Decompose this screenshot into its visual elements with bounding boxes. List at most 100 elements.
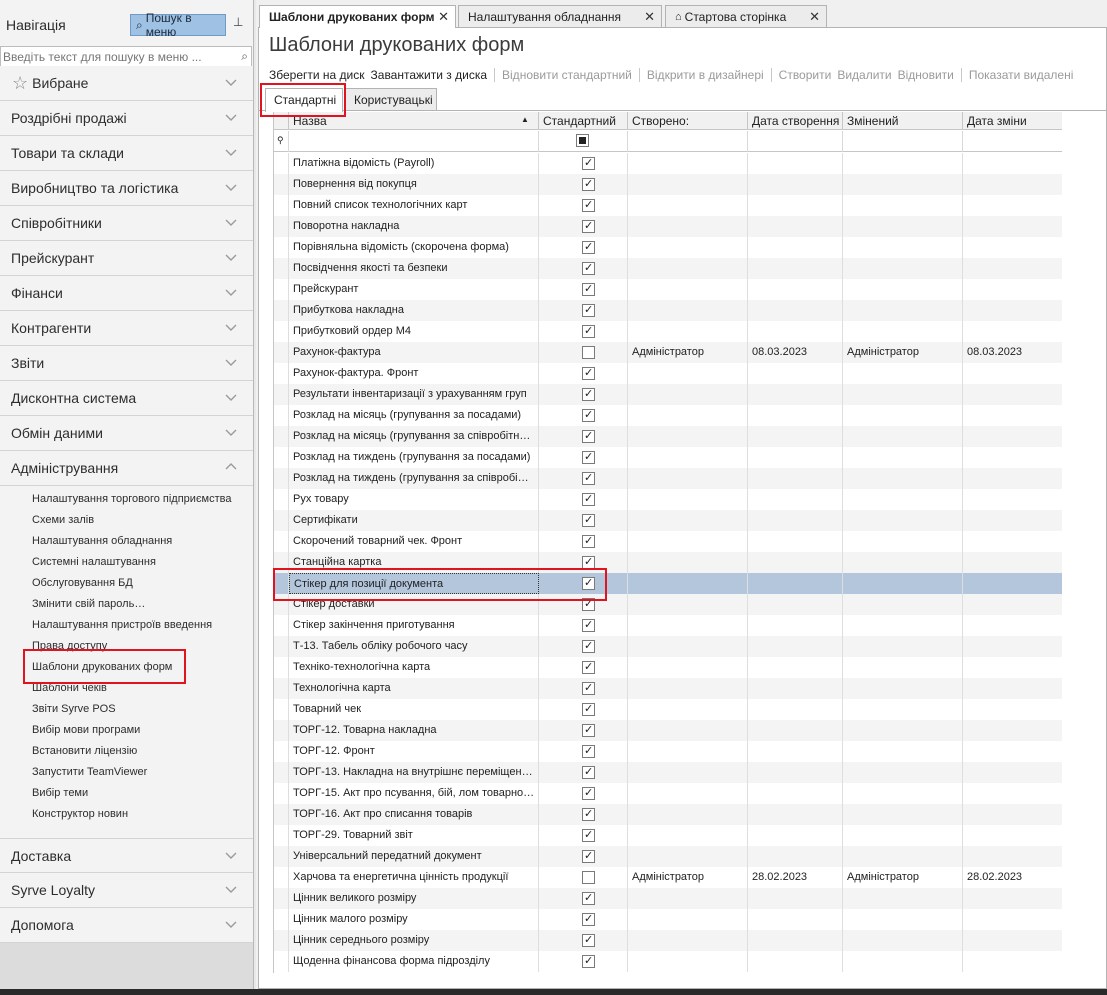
cell-modified-by[interactable]	[843, 846, 963, 867]
search-icon[interactable]: ⌕	[241, 49, 248, 64]
checkbox-checked[interactable]	[582, 661, 595, 674]
cell-modified-by[interactable]	[843, 636, 963, 657]
menu-search-button[interactable]: ⌕ Пошук в меню	[130, 11, 226, 39]
table-row[interactable]: ТОРГ-12. Товарна накладна	[274, 720, 1062, 741]
close-icon[interactable]: ✕	[809, 9, 820, 25]
cell-modified-date[interactable]	[963, 657, 1062, 678]
pin-icon[interactable]: ⊥	[233, 15, 243, 29]
cell-name[interactable]: Скорочений товарний чек. Фронт	[289, 531, 539, 552]
cell-modified-by[interactable]	[843, 699, 963, 720]
close-icon[interactable]: ✕	[438, 9, 449, 25]
cell-created-date[interactable]	[748, 930, 843, 951]
checkbox-checked[interactable]	[582, 724, 595, 737]
nav-group-item[interactable]: Виробництво та логістика	[0, 171, 253, 206]
column-header-modified-date[interactable]: Дата зміни	[963, 112, 1062, 130]
cell-modified-by[interactable]	[843, 153, 963, 174]
cell-created-by[interactable]	[628, 720, 748, 741]
admin-menu-item[interactable]: Налаштування обладнання	[32, 535, 172, 547]
cell-name[interactable]: Рух товару	[289, 489, 539, 510]
standard-cell[interactable]	[539, 489, 628, 510]
standard-cell[interactable]	[539, 342, 628, 363]
table-row[interactable]: Скорочений товарний чек. Фронт	[274, 531, 1062, 552]
checkbox-checked[interactable]	[582, 220, 595, 233]
table-row[interactable]: Стікер закінчення приготування	[274, 615, 1062, 636]
table-row[interactable]: Т-13. Табель обліку робочого часу	[274, 636, 1062, 657]
delete-button[interactable]: Видалити	[834, 68, 894, 82]
show-deleted-button[interactable]: Показати видалені	[966, 68, 1077, 82]
cell-created-by[interactable]	[628, 636, 748, 657]
nav-group-item[interactable]: Прейскурант	[0, 241, 253, 276]
checkbox-checked[interactable]	[582, 829, 595, 842]
checkbox-checked[interactable]	[582, 619, 595, 632]
cell-created-by[interactable]	[628, 615, 748, 636]
table-row[interactable]: Станційна картка	[274, 552, 1062, 573]
standard-cell[interactable]	[539, 615, 628, 636]
cell-modified-date[interactable]	[963, 762, 1062, 783]
cell-created-by[interactable]	[628, 195, 748, 216]
cell-name[interactable]: Цінник малого розміру	[289, 909, 539, 930]
table-row[interactable]: Розклад на тиждень (групування за співро…	[274, 468, 1062, 489]
table-row-selected[interactable]: Стікер для позиції документа	[274, 573, 1062, 594]
cell-created-by[interactable]: Адміністратор	[628, 342, 748, 363]
standard-cell[interactable]	[539, 783, 628, 804]
standard-cell[interactable]	[539, 195, 628, 216]
chevron-down-icon[interactable]	[224, 285, 238, 299]
cell-name[interactable]: Цінник великого розміру	[289, 888, 539, 909]
chevron-down-icon[interactable]	[224, 215, 238, 229]
cell-created-date[interactable]: 08.03.2023	[748, 342, 843, 363]
cell-name[interactable]: Харчова та енергетична цінність продукці…	[289, 867, 539, 888]
table-row[interactable]: Порівняльна відомість (скорочена форма)	[274, 237, 1062, 258]
cell-modified-by[interactable]	[843, 825, 963, 846]
cell-created-by[interactable]	[628, 930, 748, 951]
admin-menu-item[interactable]: Обслуговування БД	[32, 577, 133, 589]
cell-name[interactable]: Прибуткова накладна	[289, 300, 539, 321]
table-row[interactable]: Рахунок-фактура Адміністратор 08.03.2023 Ад…	[274, 342, 1062, 363]
table-row[interactable]: Техніко-технологічна карта	[274, 657, 1062, 678]
cell-created-by[interactable]	[628, 174, 748, 195]
standard-cell[interactable]	[539, 279, 628, 300]
cell-created-date[interactable]	[748, 636, 843, 657]
column-header-name[interactable]: Назва ▲	[289, 112, 539, 130]
table-row[interactable]: Цінник великого розміру	[274, 888, 1062, 909]
cell-name[interactable]: Розклад на місяць (групування за посадам…	[289, 405, 539, 426]
checkbox-checked[interactable]	[582, 808, 595, 821]
cell-modified-by[interactable]: Адміністратор	[843, 867, 963, 888]
chevron-down-icon[interactable]	[224, 882, 238, 896]
admin-menu-item[interactable]: Схеми залів	[32, 514, 94, 526]
standard-cell[interactable]	[539, 573, 628, 594]
checkbox-checked[interactable]	[582, 745, 595, 758]
cell-modified-date[interactable]	[963, 279, 1062, 300]
cell-modified-by[interactable]	[843, 447, 963, 468]
table-row[interactable]: ТОРГ-29. Товарний звіт	[274, 825, 1062, 846]
column-header-standard[interactable]: Стандартний	[539, 112, 628, 130]
table-row[interactable]: ТОРГ-15. Акт про псування, бій, лом това…	[274, 783, 1062, 804]
cell-modified-by[interactable]	[843, 951, 963, 972]
cell-created-date[interactable]	[748, 216, 843, 237]
cell-modified-by[interactable]	[843, 909, 963, 930]
table-row[interactable]: Платіжна відомість (Payroll)	[274, 153, 1062, 174]
chevron-down-icon[interactable]	[224, 390, 238, 404]
standard-cell[interactable]	[539, 321, 628, 342]
table-row[interactable]: Розклад на місяць (групування за співроб…	[274, 426, 1062, 447]
cell-created-date[interactable]	[748, 237, 843, 258]
cell-modified-by[interactable]	[843, 489, 963, 510]
table-row[interactable]: Поворотна накладна	[274, 216, 1062, 237]
cell-created-by[interactable]: Адміністратор	[628, 867, 748, 888]
cell-created-date[interactable]	[748, 468, 843, 489]
cell-name[interactable]: Розклад на місяць (групування за співроб…	[289, 426, 539, 447]
cell-created-by[interactable]	[628, 678, 748, 699]
subtab-standard[interactable]: Стандартні	[265, 88, 343, 112]
checkbox-checked[interactable]	[582, 451, 595, 464]
filter-created-by-cell[interactable]	[628, 131, 748, 152]
save-to-disk-button[interactable]: Зберегти на диск	[266, 68, 368, 82]
cell-modified-date[interactable]	[963, 573, 1062, 594]
cell-modified-date[interactable]	[963, 594, 1062, 615]
cell-created-by[interactable]	[628, 321, 748, 342]
table-row[interactable]: Харчова та енергетична цінність продукці…	[274, 867, 1062, 888]
cell-modified-date[interactable]	[963, 615, 1062, 636]
table-row[interactable]: Прибутковий ордер М4	[274, 321, 1062, 342]
cell-name[interactable]: ТОРГ-15. Акт про псування, бій, лом това…	[289, 783, 539, 804]
checkbox-checked[interactable]	[582, 472, 595, 485]
checkbox-checked[interactable]	[582, 892, 595, 905]
cell-created-date[interactable]	[748, 888, 843, 909]
